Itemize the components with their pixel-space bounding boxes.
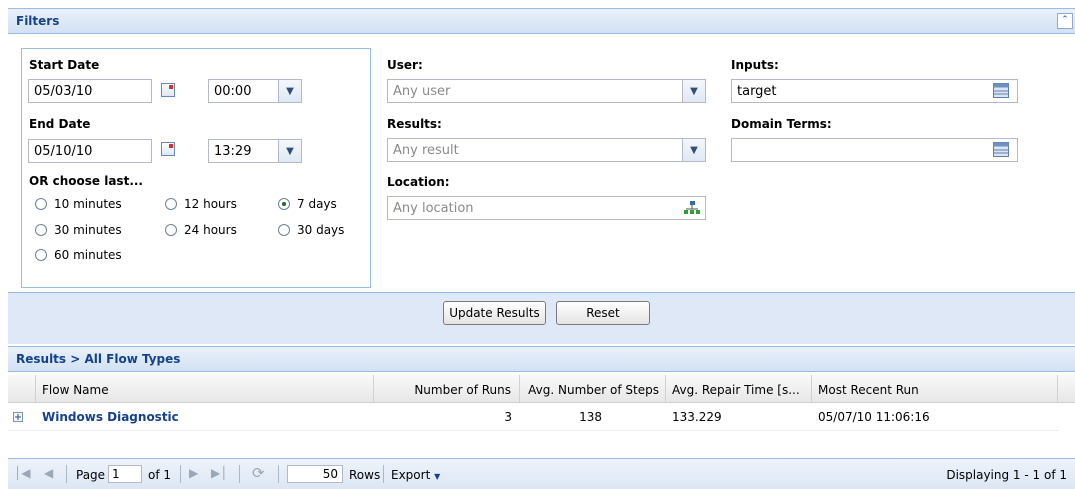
- page-label: Page: [76, 468, 106, 482]
- column-header-avg-repair-time[interactable]: Avg. Repair Time [s...: [666, 375, 812, 403]
- chevron-down-icon[interactable]: ▼: [278, 140, 301, 162]
- prev-page-icon[interactable]: ◀: [44, 466, 53, 480]
- table-picker-icon[interactable]: [993, 142, 1009, 157]
- choose-last-label: OR choose last...: [29, 174, 143, 188]
- collapse-filters-icon[interactable]: ⌃: [1057, 13, 1073, 29]
- range-label: 7 days: [297, 197, 337, 211]
- range-30-days-radio[interactable]: [278, 224, 290, 236]
- last-page-icon[interactable]: ▶│: [211, 466, 227, 480]
- column-header-most-recent-run[interactable]: Most Recent Run: [812, 375, 1058, 403]
- update-results-button[interactable]: Update Results: [443, 301, 546, 325]
- location-field[interactable]: Any location: [387, 196, 706, 220]
- plus-box-icon[interactable]: [13, 412, 23, 422]
- results-label: Results:: [387, 117, 442, 131]
- paging-toolbar: │◀ ◀ Page 1 of 1 ▶ ▶│ ⟳ 50 Rows Export ▼…: [8, 458, 1075, 489]
- start-time-select[interactable]: 00:00 ▼: [208, 79, 302, 103]
- range-12-hours-radio[interactable]: [165, 198, 177, 210]
- tree-icon[interactable]: [683, 201, 701, 215]
- range-30-minutes-radio[interactable]: [35, 224, 47, 236]
- domain-terms-label: Domain Terms:: [731, 117, 832, 131]
- column-header-avg-steps[interactable]: Avg. Number of Steps: [520, 375, 666, 403]
- end-time-value: 13:29: [214, 144, 252, 159]
- separator: [239, 465, 240, 483]
- user-select[interactable]: Any user ▼: [387, 79, 706, 103]
- inputs-label: Inputs:: [731, 58, 779, 72]
- chevron-down-icon[interactable]: ▼: [682, 139, 705, 161]
- results-header: Results > All Flow Types: [8, 346, 1075, 372]
- end-date-calendar-icon[interactable]: [161, 142, 175, 156]
- results-placeholder: Any result: [393, 143, 459, 158]
- table-picker-icon[interactable]: [993, 83, 1009, 98]
- recent-run-cell: 05/07/10 11:06:16: [818, 410, 930, 424]
- results-select[interactable]: Any result ▼: [387, 138, 706, 162]
- separator: [180, 465, 181, 483]
- column-header-flow-name[interactable]: Flow Name: [36, 375, 374, 403]
- range-60-minutes-radio[interactable]: [35, 249, 47, 261]
- range-label: 12 hours: [184, 197, 237, 211]
- next-page-icon[interactable]: ▶: [189, 466, 198, 480]
- chevron-down-icon[interactable]: ▼: [682, 80, 705, 102]
- steps-cell: 138: [579, 410, 602, 424]
- displaying-status: Displaying 1 - 1 of 1: [946, 468, 1067, 482]
- chevron-down-icon[interactable]: ▼: [278, 80, 301, 102]
- caret-down-icon: ▼: [434, 472, 441, 481]
- location-placeholder: Any location: [393, 201, 474, 216]
- range-10-minutes-radio[interactable]: [35, 198, 47, 210]
- page-number-input[interactable]: 1: [108, 465, 142, 483]
- range-24-hours-radio[interactable]: [165, 224, 177, 236]
- start-date-field[interactable]: 05/03/10: [28, 79, 152, 103]
- range-label: 60 minutes: [54, 248, 122, 262]
- inputs-field[interactable]: target: [731, 79, 1018, 103]
- location-label: Location:: [387, 175, 450, 189]
- expander-column-header: [8, 375, 36, 403]
- range-label: 24 hours: [184, 223, 237, 237]
- separator: [278, 465, 279, 483]
- refresh-icon[interactable]: ⟳: [252, 464, 265, 482]
- page-size-input[interactable]: 50: [287, 465, 343, 483]
- first-page-icon[interactable]: │◀: [14, 466, 30, 480]
- separator: [383, 465, 384, 483]
- filters-header: Filters ⌃: [8, 8, 1075, 34]
- user-label: User:: [387, 58, 423, 72]
- flow-name-link[interactable]: Windows Diagnostic: [42, 410, 179, 424]
- range-7-days-radio[interactable]: [278, 198, 290, 210]
- export-label: Export: [391, 468, 431, 482]
- range-label: 30 days: [297, 223, 345, 237]
- export-button[interactable]: Export ▼: [391, 468, 440, 482]
- start-time-value: 00:00: [214, 84, 252, 99]
- start-date-label: Start Date: [29, 58, 100, 72]
- repair-time-cell: 133.229: [672, 410, 722, 424]
- runs-cell: 3: [504, 410, 512, 424]
- column-header-filler: [1058, 375, 1075, 403]
- column-header-number-of-runs[interactable]: Number of Runs: [374, 375, 520, 403]
- filters-title: Filters: [16, 14, 60, 28]
- reset-button[interactable]: Reset: [556, 301, 650, 325]
- rows-label: Rows: [349, 468, 381, 482]
- separator: [66, 465, 67, 483]
- results-title: Results > All Flow Types: [16, 352, 181, 366]
- end-date-label: End Date: [29, 117, 91, 131]
- range-label: 30 minutes: [54, 223, 122, 237]
- page-count-label: of 1: [148, 468, 172, 482]
- range-label: 10 minutes: [54, 197, 122, 211]
- end-time-select[interactable]: 13:29 ▼: [208, 139, 302, 163]
- end-date-field[interactable]: 05/10/10: [28, 139, 152, 163]
- user-placeholder: Any user: [393, 84, 451, 99]
- domain-terms-field[interactable]: [731, 138, 1018, 162]
- start-date-calendar-icon[interactable]: [161, 83, 175, 97]
